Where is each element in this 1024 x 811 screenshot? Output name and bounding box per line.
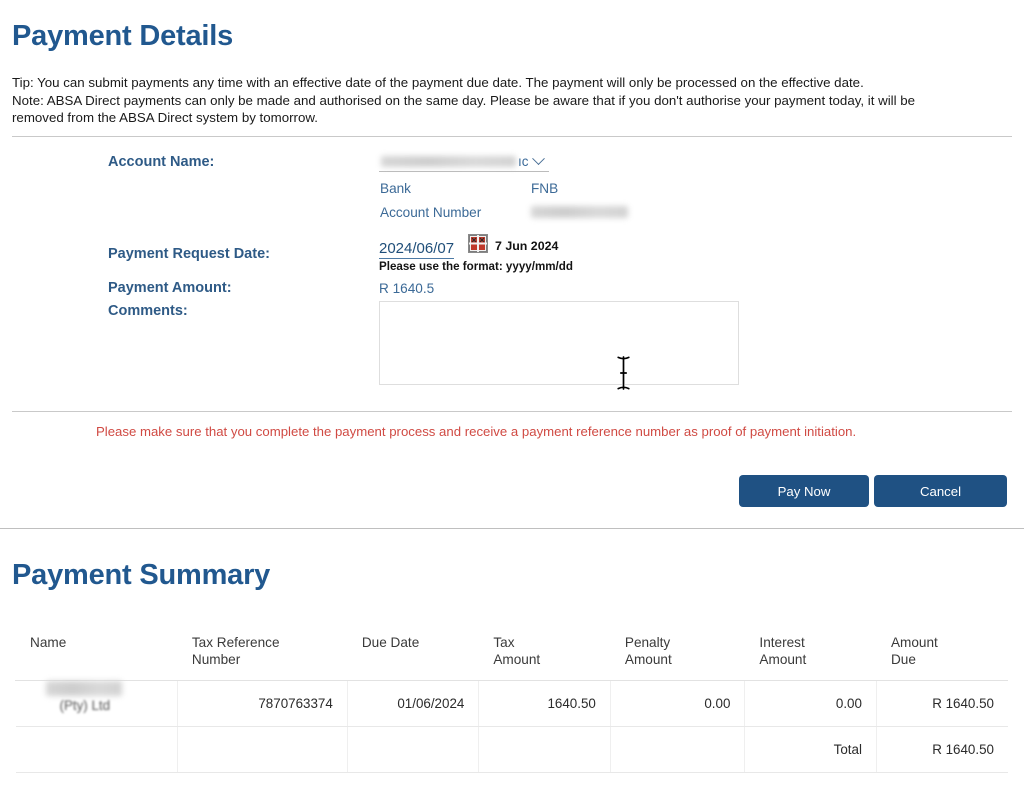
account-name-select[interactable]: ıc [379, 152, 549, 172]
payment-amount-value: R 1640.5 [379, 281, 435, 296]
divider-middle [12, 411, 1012, 412]
total-label: Total [744, 726, 877, 773]
name-redacted-value [45, 681, 122, 696]
comments-input[interactable] [379, 301, 739, 385]
calendar-icon[interactable] [468, 234, 488, 253]
column-header-due-date: Due Date [347, 632, 479, 681]
account-name-redacted-value [381, 156, 516, 167]
payment-request-date-input[interactable]: 2024/06/07 [379, 240, 455, 259]
account-number-redacted-value [531, 206, 628, 218]
total-empty-1 [15, 726, 178, 773]
cell-penalty-amount: 0.00 [609, 680, 745, 727]
table-total-row: Total R 1640.50 [15, 726, 1008, 773]
page-title: Payment Details [12, 20, 234, 52]
cell-tax-amount: 1640.50 [478, 680, 611, 727]
cell-due-date: 01/06/2024 [346, 680, 479, 727]
total-empty-3 [346, 726, 479, 773]
total-empty-5 [609, 726, 745, 773]
payment-request-date-readable: 7 Jun 2024 [495, 239, 559, 253]
header-line-1: Penalty [624, 635, 671, 650]
divider-bottom [0, 528, 1024, 529]
header-line-2: Amount [493, 652, 541, 667]
cell-interest-amount: 0.00 [744, 680, 877, 727]
header-line-1: Tax Reference [191, 635, 280, 650]
column-header-amount-due: Amount Due [876, 632, 1008, 681]
column-header-tax-reference-number: Tax Reference Number [177, 632, 348, 681]
account-name-value-tail: ıc [518, 154, 529, 169]
cancel-button[interactable]: Cancel [874, 475, 1007, 507]
cell-tax-reference-number: 7870763374 [176, 680, 348, 727]
notes-block: Tip: You can submit payments any time wi… [12, 74, 1012, 127]
header-line-2: Due [890, 652, 916, 667]
pay-now-button[interactable]: Pay Now [739, 475, 869, 507]
account-name-label: Account Name: [108, 154, 215, 170]
summary-title: Payment Summary [12, 559, 271, 591]
total-value: R 1640.50 [875, 726, 1008, 773]
header-line-2: Amount [624, 652, 672, 667]
total-empty-2 [176, 726, 348, 773]
note-text-line-2: removed from the ABSA Direct system by t… [12, 110, 318, 125]
payment-warning-text: Please make sure that you complete the p… [96, 424, 857, 439]
cell-name: (Pty) Ltd [15, 680, 178, 727]
table-row: (Pty) Ltd 7870763374 01/06/2024 1640.50 … [15, 680, 1008, 727]
chevron-down-icon [531, 152, 545, 166]
table-header-row: Name Tax Reference Number Due Date Tax A… [15, 632, 1008, 681]
payment-page: Payment Details Tip: You can submit paym… [0, 0, 1024, 811]
bank-value: FNB [531, 181, 559, 196]
note-text-line-1: Note: ABSA Direct payments can only be m… [12, 92, 916, 108]
comments-label: Comments: [108, 303, 188, 319]
header-line-1: Tax [493, 635, 515, 650]
payment-summary-table: Name Tax Reference Number Due Date Tax A… [15, 632, 1008, 773]
payment-request-date-label: Payment Request Date: [108, 246, 270, 262]
column-header-penalty-amount: Penalty Amount [610, 632, 745, 681]
header-line-1: Amount [890, 635, 938, 650]
total-empty-4 [478, 726, 611, 773]
column-header-interest-amount: Interest Amount [744, 632, 877, 681]
column-header-tax-amount: Tax Amount [478, 632, 611, 681]
header-line-1: Interest [759, 635, 805, 650]
bank-label: Bank [380, 181, 411, 196]
divider-top [12, 136, 1012, 137]
name-suffix: (Pty) Ltd [59, 698, 111, 713]
payment-amount-label: Payment Amount: [108, 280, 232, 296]
header-line-2: Amount [759, 652, 807, 667]
date-format-hint: Please use the format: yyyy/mm/dd [379, 260, 573, 273]
column-header-name: Name [15, 632, 178, 681]
tip-text: Tip: You can submit payments any time wi… [12, 75, 864, 90]
account-number-label: Account Number [380, 205, 482, 220]
header-line-2: Number [191, 652, 241, 667]
cell-amount-due: R 1640.50 [875, 680, 1008, 727]
